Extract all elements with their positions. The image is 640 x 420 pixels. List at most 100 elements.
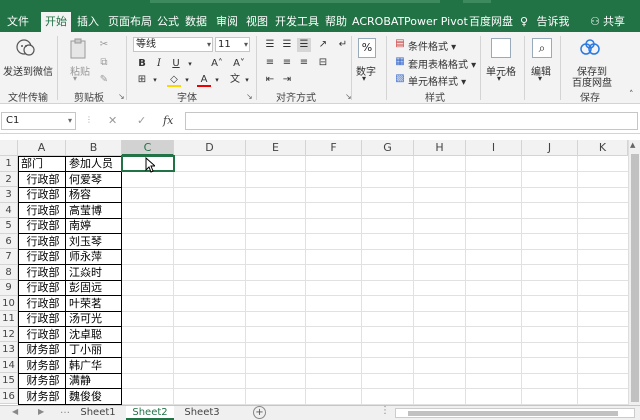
cell-a6[interactable]: 行政部 [18, 234, 65, 250]
cut-icon[interactable]: ✂ [97, 38, 111, 52]
column-header-b[interactable]: B [66, 140, 122, 156]
cell-b9[interactable]: 彭固远 [66, 280, 122, 296]
cell-b16[interactable]: 魏俊俊 [66, 389, 122, 405]
tab-review[interactable]: 审阅 [214, 12, 240, 32]
sheet-tab-1[interactable]: Sheet1 [74, 406, 122, 420]
row-header[interactable]: 8 [0, 264, 18, 280]
tab-acrobat[interactable]: ACROBAT [352, 12, 404, 32]
add-sheet-button[interactable]: + [253, 406, 266, 419]
prev-sheet-icon[interactable]: ◀ [12, 407, 18, 416]
row-header[interactable]: 1 [0, 156, 18, 172]
cell-a11[interactable]: 行政部 [18, 311, 65, 327]
column-header-k[interactable]: K [578, 140, 628, 156]
insert-function-button[interactable]: fx [163, 114, 173, 127]
decrease-indent-icon[interactable]: ⇤ [263, 73, 277, 87]
underline-dropdown-icon[interactable]: ▾ [183, 57, 197, 71]
column-header-a[interactable]: A [18, 140, 66, 156]
cell-b4[interactable]: 高莹博 [66, 203, 122, 219]
cell-a9[interactable]: 行政部 [18, 280, 65, 296]
horizontal-scroll-thumb[interactable] [408, 411, 618, 416]
row-header[interactable]: 3 [0, 187, 18, 203]
row-header[interactable]: 15 [0, 373, 18, 389]
cell-a7[interactable]: 行政部 [18, 249, 65, 265]
more-sheets-icon[interactable]: … [60, 405, 70, 416]
next-sheet-icon[interactable]: ▶ [38, 407, 44, 416]
share-button[interactable]: 共享 [601, 12, 627, 32]
confirm-icon[interactable]: ✓ [137, 114, 146, 127]
number-dropdown-icon[interactable]: ▾ [362, 74, 366, 83]
worksheet-grid[interactable]: A B C D E F G H I J K 1 2 3 4 5 6 7 8 9 … [0, 140, 628, 405]
tab-view[interactable]: 视图 [244, 12, 270, 32]
merge-center-icon[interactable]: ⊟ [316, 56, 330, 70]
table-format-icon[interactable]: ▦ [393, 55, 407, 69]
cell-a8[interactable]: 行政部 [18, 265, 65, 281]
cell-a12[interactable]: 行政部 [18, 327, 65, 343]
tab-file[interactable]: 文件 [2, 12, 34, 32]
wrap-text-icon[interactable]: ↵ [336, 38, 350, 52]
align-right-icon[interactable]: ≡ [297, 56, 311, 70]
font-launcher-icon[interactable]: ↘ [246, 92, 253, 101]
cell-b7[interactable]: 师永萍 [66, 249, 122, 265]
align-top-icon[interactable]: ☰ [263, 38, 277, 52]
tab-baidu-netdisk[interactable]: 百度网盘 [469, 12, 513, 32]
formula-bar-handle[interactable]: ⋮ [85, 115, 93, 124]
tab-data[interactable]: 数据 [183, 12, 209, 32]
collapse-ribbon-icon[interactable]: ˄ [629, 90, 634, 100]
paste-icon[interactable] [69, 38, 89, 60]
row-header[interactable]: 7 [0, 249, 18, 265]
font-color-dropdown-icon[interactable]: ▾ [210, 73, 224, 87]
cell-a13[interactable]: 财务部 [18, 342, 65, 358]
column-header-g[interactable]: G [362, 140, 414, 156]
cell-b5[interactable]: 南婷 [66, 218, 122, 234]
wechat-send-icon[interactable] [15, 38, 37, 58]
row-header[interactable]: 6 [0, 233, 18, 249]
format-as-table-button[interactable]: 套用表格格式 ▾ [408, 56, 476, 71]
bold-button[interactable]: B [135, 57, 149, 71]
align-middle-icon[interactable]: ☰ [280, 38, 294, 52]
tab-developer[interactable]: 开发工具 [273, 12, 321, 32]
row-header[interactable]: 10 [0, 295, 18, 311]
column-header-e[interactable]: E [246, 140, 306, 156]
cell-a5[interactable]: 行政部 [18, 218, 65, 234]
tab-insert[interactable]: 插入 [74, 12, 102, 32]
tell-me-search[interactable]: 告诉我 [536, 12, 570, 32]
horizontal-scrollbar[interactable] [395, 408, 635, 418]
cell-b2[interactable]: 何爱琴 [66, 172, 122, 188]
borders-dropdown-icon[interactable]: ▾ [148, 73, 162, 87]
increase-indent-icon[interactable]: ⇥ [280, 73, 294, 87]
cell-b14[interactable]: 韩广华 [66, 358, 122, 374]
italic-button[interactable]: I [152, 57, 166, 71]
row-header[interactable]: 14 [0, 357, 18, 373]
cell-b15[interactable]: 满静 [66, 373, 122, 389]
column-header-i[interactable]: I [466, 140, 522, 156]
orientation-icon[interactable]: ↗ [316, 38, 330, 52]
select-all-button[interactable] [0, 140, 18, 156]
cells-icon[interactable] [491, 38, 511, 58]
column-header-h[interactable]: H [414, 140, 466, 156]
row-header[interactable]: 13 [0, 342, 18, 358]
tab-home[interactable]: 开始 [41, 12, 71, 32]
conditional-format-button[interactable]: 条件格式 ▾ [408, 38, 456, 53]
column-header-f[interactable]: F [306, 140, 362, 156]
cell-b13[interactable]: 丁小丽 [66, 342, 122, 358]
tab-formulas[interactable]: 公式 [155, 12, 181, 32]
column-header-d[interactable]: D [174, 140, 246, 156]
format-painter-icon[interactable]: ✎ [97, 73, 111, 87]
row-header[interactable]: 5 [0, 218, 18, 234]
cell-a16[interactable]: 财务部 [18, 389, 65, 405]
vertical-scroll-thumb[interactable] [631, 154, 639, 402]
row-header[interactable]: 12 [0, 326, 18, 342]
cancel-icon[interactable]: ✕ [108, 114, 117, 127]
cell-a1[interactable]: 部门 [18, 156, 65, 172]
cell-b12[interactable]: 沈卓聪 [66, 327, 122, 343]
cell-b10[interactable]: 叶荣茗 [66, 296, 122, 312]
fill-color-icon[interactable]: ◇ [167, 73, 181, 87]
name-box[interactable]: C1 ▾ [1, 112, 76, 130]
splitter-handle[interactable]: ⋮ [380, 405, 390, 416]
baidu-cloud-icon[interactable] [579, 38, 601, 58]
cells-dropdown-icon[interactable]: ▾ [497, 74, 501, 83]
cell-b6[interactable]: 刘玉琴 [66, 234, 122, 250]
search-icon[interactable]: ⌕ [532, 38, 552, 58]
font-size-select[interactable]: 11 ▾ [215, 37, 250, 52]
cell-b11[interactable]: 汤可光 [66, 311, 122, 327]
